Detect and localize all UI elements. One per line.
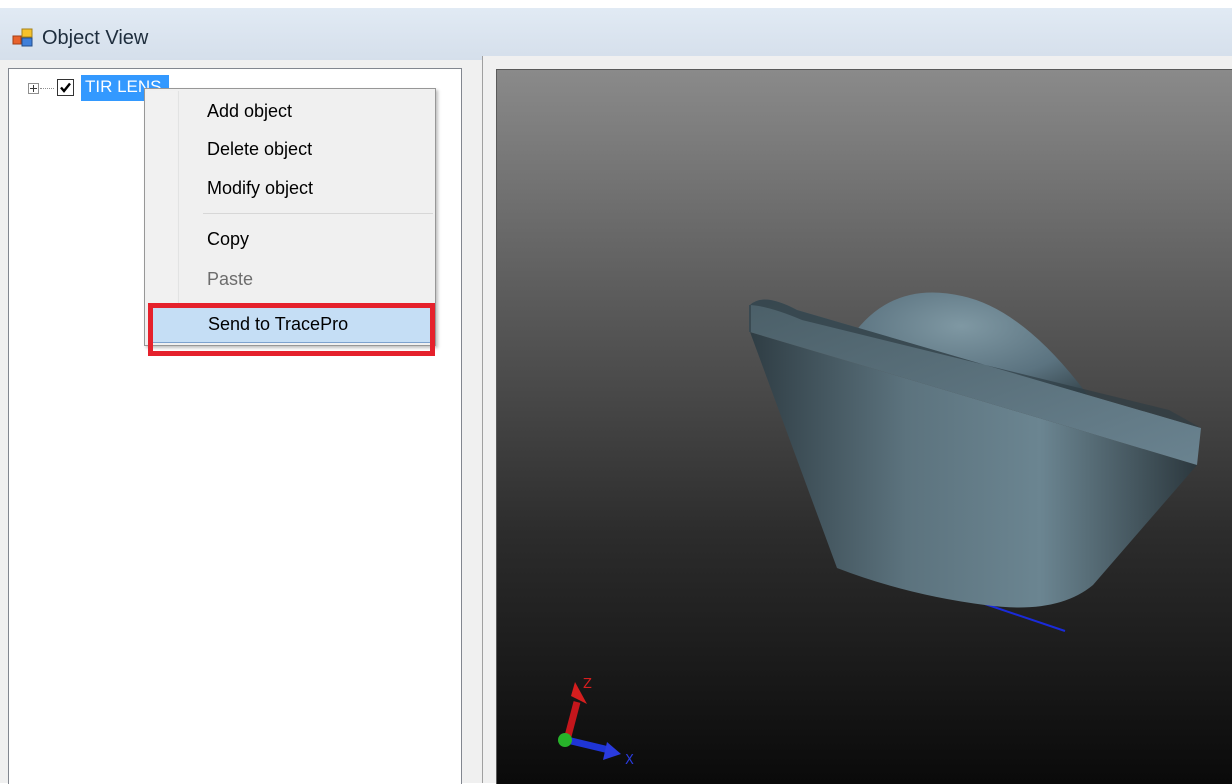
3d-viewport[interactable]: Z X [496, 69, 1232, 784]
tree-node-checkbox[interactable] [57, 79, 74, 96]
3d-scene: Z X [558, 292, 1201, 768]
menu-item-delete-object[interactable]: Delete object [207, 131, 312, 167]
object-view-icon [12, 28, 33, 47]
z-axis-label: Z [583, 677, 592, 692]
menu-item-copy[interactable]: Copy [207, 221, 249, 257]
checkmark-icon [60, 82, 71, 93]
menu-item-modify-object[interactable]: Modify object [207, 170, 313, 206]
tree-connector [40, 88, 54, 89]
menu-item-add-object[interactable]: Add object [207, 93, 292, 129]
tree-expand-icon[interactable] [28, 83, 39, 94]
title-bar: Object View [0, 8, 1232, 60]
menu-separator [203, 213, 433, 214]
x-axis-label: X [625, 753, 634, 768]
axis-triad: Z X [558, 677, 634, 768]
menu-item-paste: Paste [207, 269, 254, 289]
top-band [0, 0, 1232, 8]
annotation-highlight-box [148, 303, 435, 356]
splitter[interactable] [462, 60, 482, 783]
axis-line [984, 603, 1066, 632]
window-title: Object View [42, 27, 149, 49]
